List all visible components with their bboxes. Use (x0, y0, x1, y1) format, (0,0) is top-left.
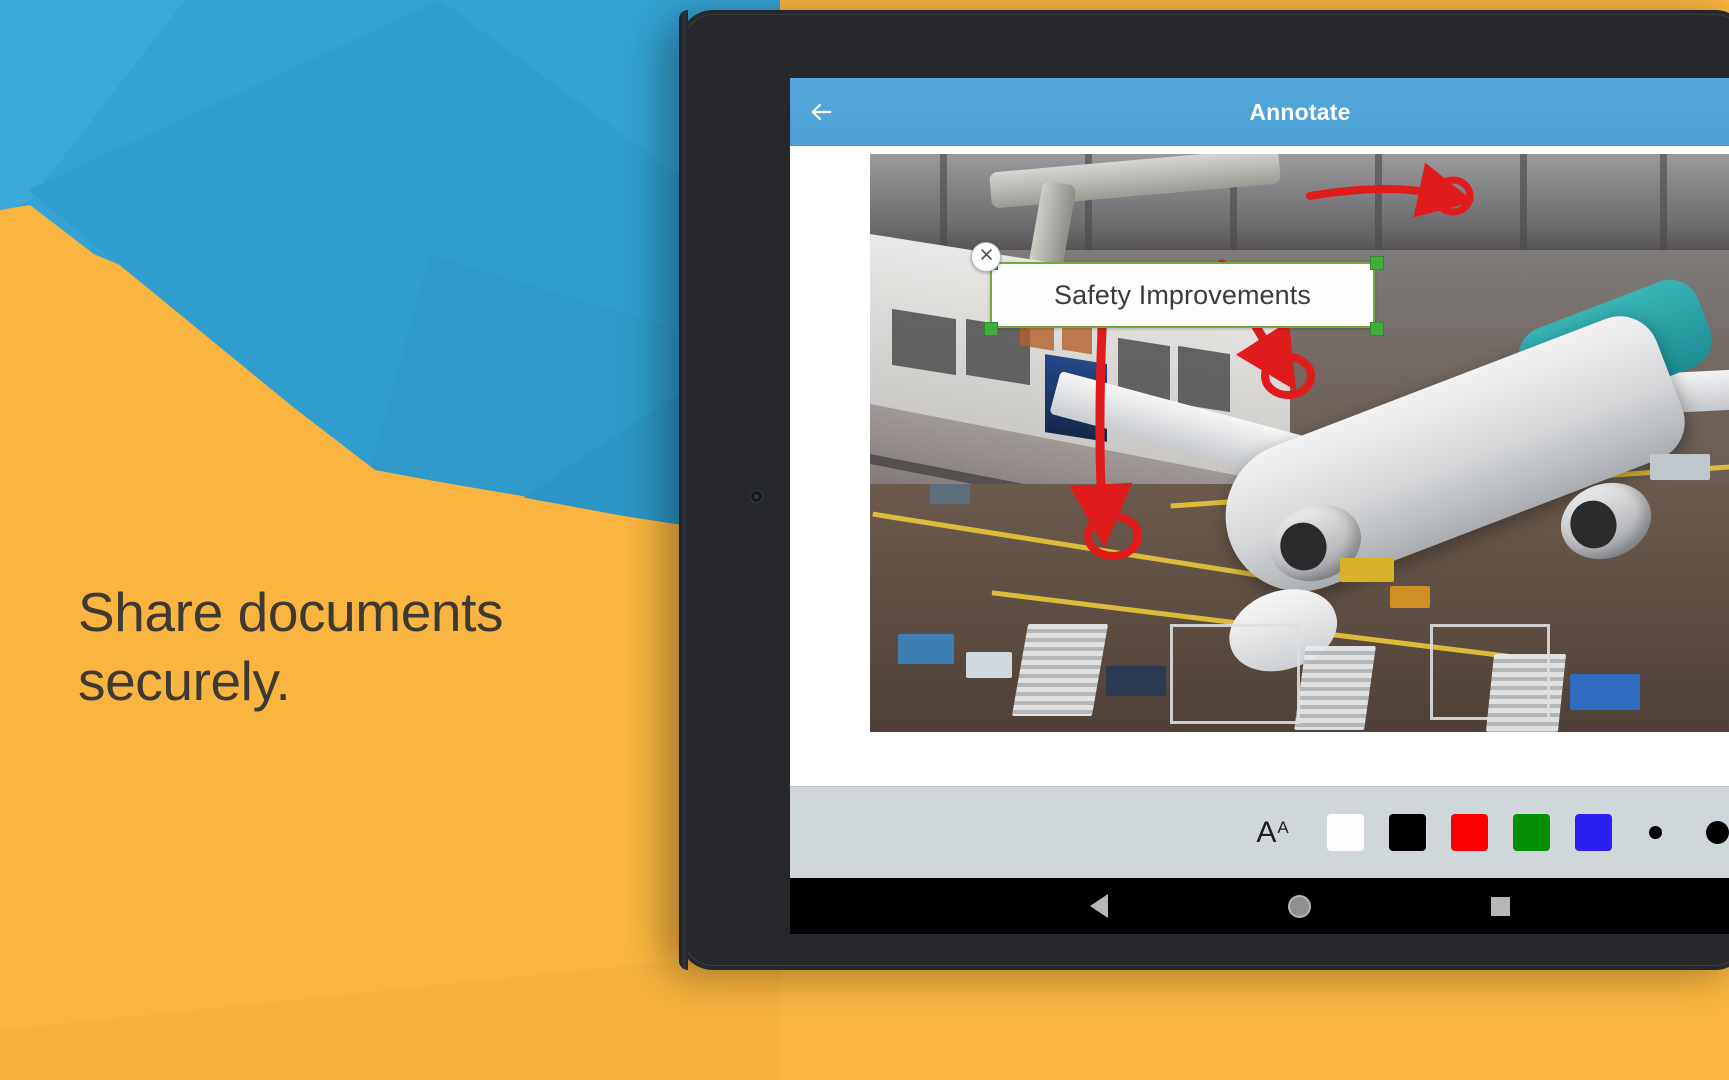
tablet-device: Annotate Safety Improvements AA (679, 10, 1729, 970)
nav-home-button[interactable] (1288, 894, 1311, 918)
back-button[interactable] (790, 78, 852, 146)
toolbar-controls: AA (1230, 787, 1729, 879)
nav-recents-button[interactable] (1491, 896, 1510, 916)
text-size-icon: AA (1256, 815, 1289, 849)
color-swatch-red[interactable] (1438, 787, 1500, 879)
annotation-ink (1069, 162, 1474, 560)
annotation-toolbar: AA (790, 786, 1729, 878)
stroke-size-small[interactable] (1624, 787, 1686, 879)
resize-handle-bottom-right[interactable] (1370, 322, 1384, 336)
triangle-back-icon (1090, 894, 1108, 918)
resize-handle-bottom-left[interactable] (984, 322, 998, 336)
tablet-screen: Annotate Safety Improvements AA (790, 78, 1729, 878)
android-nav-bar (790, 878, 1729, 934)
app-bar: Annotate (790, 78, 1729, 146)
color-swatch-blue[interactable] (1562, 787, 1624, 879)
color-chip (1388, 814, 1426, 851)
color-swatch-black[interactable] (1376, 787, 1438, 879)
color-chip (1450, 814, 1488, 851)
color-swatch-green[interactable] (1500, 787, 1562, 879)
text-size-button[interactable]: AA (1230, 787, 1314, 879)
text-size-small-glyph: A (1277, 817, 1289, 837)
delete-annotation-button[interactable] (971, 242, 1001, 272)
document-canvas[interactable]: Safety Improvements (790, 146, 1729, 786)
app-bar-title: Annotate (1249, 98, 1351, 125)
tablet-side-rail (679, 10, 688, 970)
stroke-dot-icon (1705, 821, 1729, 844)
square-recents-icon (1491, 896, 1510, 916)
nav-back-button[interactable] (1090, 894, 1108, 918)
annotated-photo[interactable]: Safety Improvements (870, 154, 1729, 732)
text-size-large-glyph: A (1256, 815, 1277, 849)
color-chip (1512, 814, 1550, 851)
headline-line-2: securely. (78, 650, 291, 713)
color-chip (1574, 814, 1612, 851)
stroke-dot-icon (1648, 826, 1662, 839)
stroke-size-medium[interactable] (1686, 787, 1729, 879)
promo-headline: Share documents securely. (78, 578, 718, 717)
promo-screenshot: Share documents securely. Annotate Safet… (0, 0, 1729, 1080)
color-swatch-white[interactable] (1314, 787, 1376, 879)
annotation-layer[interactable]: Safety Improvements (870, 154, 1729, 732)
arrow-left-icon (807, 98, 835, 126)
text-annotation-value: Safety Improvements (1053, 279, 1311, 310)
resize-handle-top-right[interactable] (1370, 256, 1384, 270)
close-icon (979, 247, 994, 267)
headline-line-1: Share documents (78, 581, 504, 643)
circle-home-icon (1288, 894, 1311, 918)
front-camera-icon (750, 490, 763, 503)
text-annotation-box[interactable]: Safety Improvements (984, 256, 1384, 336)
color-chip (1326, 814, 1364, 851)
